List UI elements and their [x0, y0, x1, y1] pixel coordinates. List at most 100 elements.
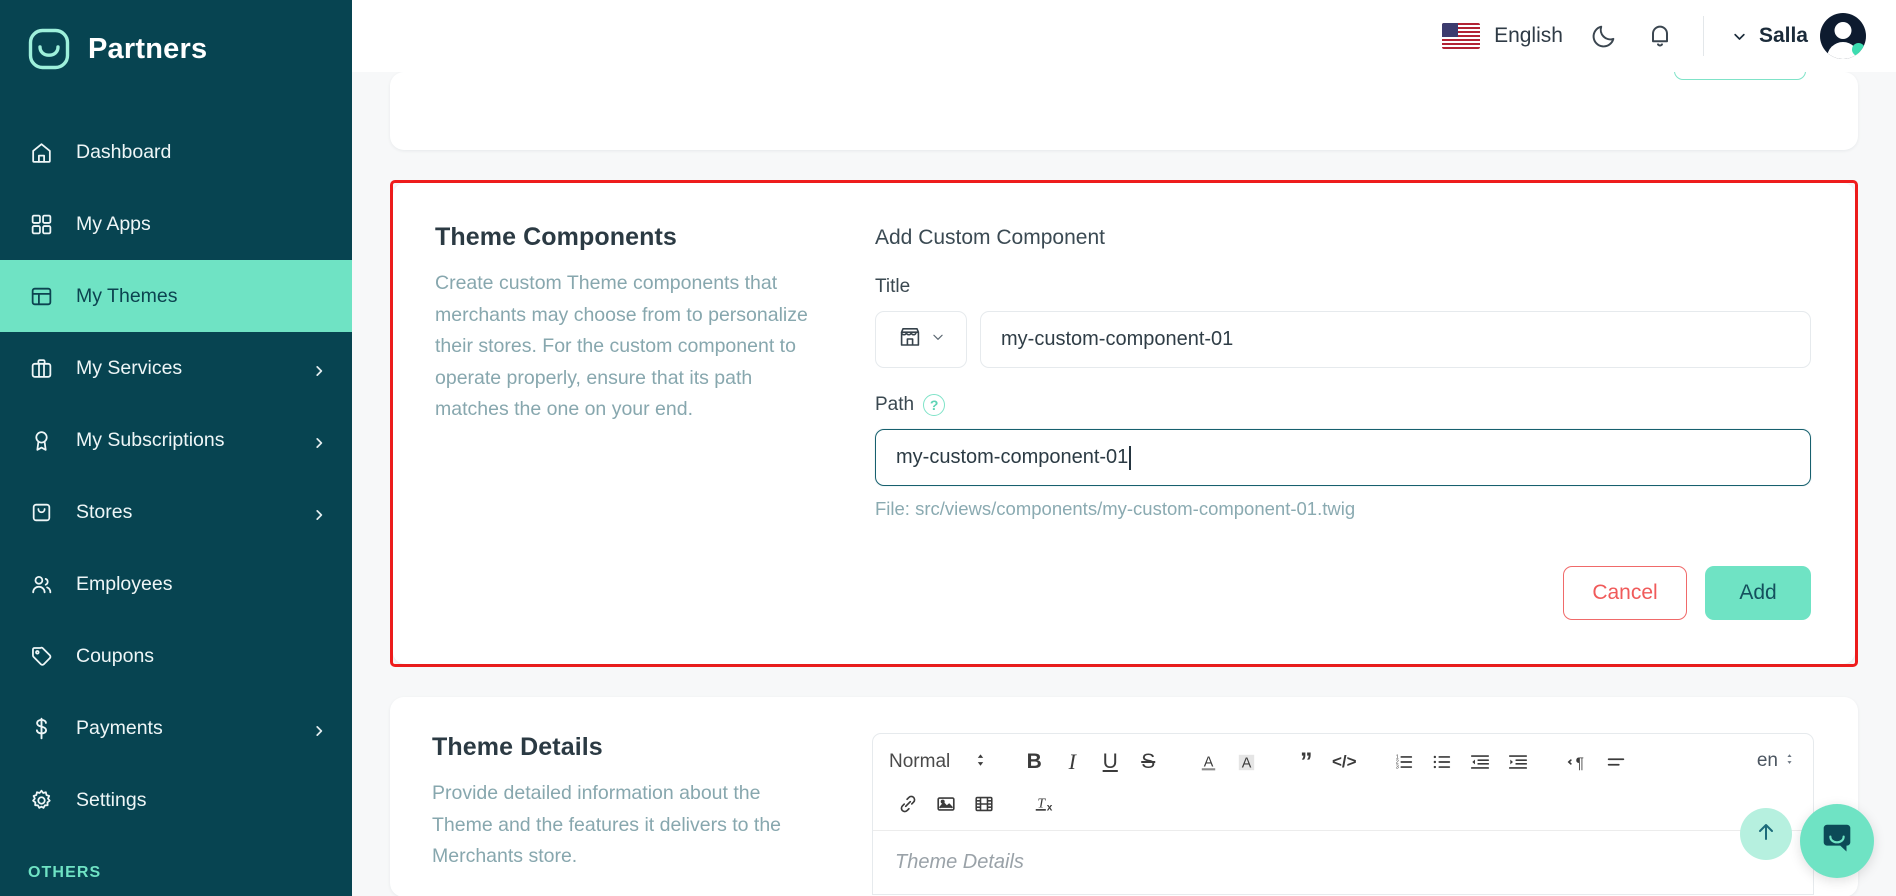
- theme-components-info: Theme Components Create custom Theme com…: [435, 223, 875, 620]
- component-icon-picker[interactable]: [875, 311, 967, 368]
- brand-name: Partners: [88, 32, 208, 65]
- sidebar-item-my-subscriptions[interactable]: My Subscriptions: [0, 404, 352, 476]
- editor-toolbar-row-2: Tx: [889, 788, 1797, 820]
- bullet-list-icon[interactable]: [1423, 746, 1461, 778]
- bold-icon[interactable]: B: [1015, 746, 1053, 778]
- ordered-list-icon[interactable]: 123: [1385, 746, 1423, 778]
- layout-theme-icon: [28, 283, 54, 309]
- sidebar-item-employees[interactable]: Employees: [0, 548, 352, 620]
- svg-text:x: x: [1047, 802, 1053, 813]
- avatar: [1820, 13, 1866, 59]
- chevron-down-icon: [1732, 29, 1747, 44]
- svg-text:A: A: [1203, 754, 1213, 770]
- title-field-group: Title my-custom-component-01: [875, 276, 1811, 368]
- outdent-icon[interactable]: [1461, 746, 1499, 778]
- sidebar-item-label: Settings: [76, 788, 147, 811]
- underline-icon[interactable]: U: [1091, 746, 1129, 778]
- sidebar-item-label: Coupons: [76, 644, 155, 667]
- topbar: English Salla: [352, 0, 1896, 72]
- text-color-icon[interactable]: A: [1189, 746, 1227, 778]
- sidebar-item-my-apps[interactable]: My Apps: [0, 188, 352, 260]
- indent-icon[interactable]: [1499, 746, 1537, 778]
- sidebar-item-my-themes[interactable]: My Themes: [0, 260, 352, 332]
- sidebar-item-label: Stores: [76, 500, 133, 523]
- svg-text:¶: ¶: [1576, 755, 1584, 772]
- salla-smile-logo-icon: [28, 28, 70, 70]
- sort-updown-icon: [1784, 750, 1795, 772]
- clear-format-icon[interactable]: Tx: [1025, 788, 1063, 820]
- sidebar-item-label: My Themes: [76, 284, 178, 307]
- scroll-to-top-button[interactable]: [1740, 808, 1792, 860]
- video-icon[interactable]: [965, 788, 1003, 820]
- add-custom-component-form: Add Custom Component Title my-custom-com…: [875, 223, 1811, 620]
- chat-bubble-icon: [1818, 820, 1856, 863]
- shopping-bag-icon: [28, 499, 54, 525]
- chevron-right-icon: [312, 361, 326, 376]
- cancel-button[interactable]: Cancel: [1563, 566, 1687, 620]
- editor-toolbar-row-1: Normal B I U S A A ” </> 1 2 3 ¶: [889, 746, 1797, 778]
- add-button[interactable]: Add: [1705, 566, 1811, 620]
- question-mark-icon[interactable]: ?: [923, 394, 946, 416]
- topbar-divider: [1702, 16, 1704, 56]
- sidebar-section-others: OTHERS: [28, 864, 102, 881]
- link-icon[interactable]: [889, 788, 927, 820]
- bell-icon[interactable]: [1645, 21, 1675, 51]
- editor-language-value: en: [1756, 750, 1778, 771]
- component-title-input[interactable]: my-custom-component-01: [980, 311, 1811, 368]
- code-block-icon[interactable]: </>: [1325, 746, 1363, 778]
- brand[interactable]: Partners: [0, 0, 352, 96]
- editor-content-placeholder[interactable]: Theme Details: [873, 831, 1813, 894]
- svg-text:A: A: [1241, 755, 1251, 771]
- us-flag-icon: [1442, 23, 1481, 49]
- page-scroll-area[interactable]: Theme Components Create custom Theme com…: [352, 72, 1896, 896]
- chevron-right-icon: [312, 721, 326, 736]
- sidebar-item-label: My Subscriptions: [76, 428, 225, 451]
- sidebar-item-label: Payments: [76, 716, 163, 739]
- tag-icon: [28, 643, 54, 669]
- chevron-right-icon: [312, 433, 326, 448]
- badge-ribbon-icon: [28, 427, 54, 453]
- theme-details-info: Theme Details Provide detailed informati…: [432, 733, 872, 896]
- format-select-value: Normal: [889, 751, 951, 772]
- editor-toolbar: Normal B I U S A A ” </> 1 2 3 ¶ T x en: [873, 734, 1813, 831]
- highlight-color-icon[interactable]: A: [1227, 746, 1265, 778]
- sidebar-item-dashboard[interactable]: Dashboard: [0, 116, 352, 188]
- sidebar-item-payments[interactable]: Payments: [0, 692, 352, 764]
- previous-section-button[interactable]: [1674, 72, 1806, 80]
- svg-text:3: 3: [1396, 765, 1399, 771]
- image-icon[interactable]: [927, 788, 965, 820]
- chat-widget-button[interactable]: [1800, 804, 1874, 878]
- grid-apps-icon: [28, 211, 54, 237]
- sidebar-item-label: Dashboard: [76, 140, 172, 163]
- component-path-input[interactable]: my-custom-component-01: [875, 429, 1811, 486]
- sort-updown-icon: [974, 752, 987, 773]
- strikethrough-icon[interactable]: S: [1129, 746, 1167, 778]
- user-menu[interactable]: Salla: [1732, 13, 1866, 59]
- sidebar-item-settings[interactable]: Settings: [0, 764, 352, 836]
- theme-details-editor-col: Normal B I U S A A ” </> 1 2 3 ¶ T x en …: [872, 733, 1814, 896]
- sidebar-item-label: Employees: [76, 572, 173, 595]
- sidebar-item-stores[interactable]: Stores: [0, 476, 352, 548]
- language-switcher[interactable]: English: [1442, 23, 1563, 49]
- theme-components-highlight: Theme Components Create custom Theme com…: [390, 180, 1858, 667]
- italic-icon[interactable]: I: [1053, 746, 1091, 778]
- gear-icon: [28, 787, 54, 813]
- moon-icon[interactable]: [1589, 21, 1619, 51]
- sidebar-item-label: My Apps: [76, 212, 151, 235]
- users-icon: [28, 571, 54, 597]
- home-icon: [28, 139, 54, 165]
- sidebar-item-coupons[interactable]: Coupons: [0, 620, 352, 692]
- sidebar-item-my-services[interactable]: My Services: [0, 332, 352, 404]
- blockquote-icon[interactable]: ”: [1287, 746, 1325, 778]
- editor-language-badge[interactable]: en: [1757, 750, 1795, 772]
- title-label: Title: [875, 276, 911, 297]
- form-title: Add Custom Component: [875, 226, 1105, 249]
- component-path-value: my-custom-component-01: [896, 446, 1129, 468]
- align-icon[interactable]: [1597, 746, 1635, 778]
- format-select[interactable]: Normal: [889, 751, 993, 773]
- section-title: Theme Components: [435, 223, 677, 251]
- chevron-right-icon: [312, 505, 326, 520]
- text-direction-icon[interactable]: ¶: [1559, 746, 1597, 778]
- main-area: English Salla Theme Components Create cu…: [352, 0, 1896, 896]
- arrow-up-icon: [1754, 820, 1778, 849]
